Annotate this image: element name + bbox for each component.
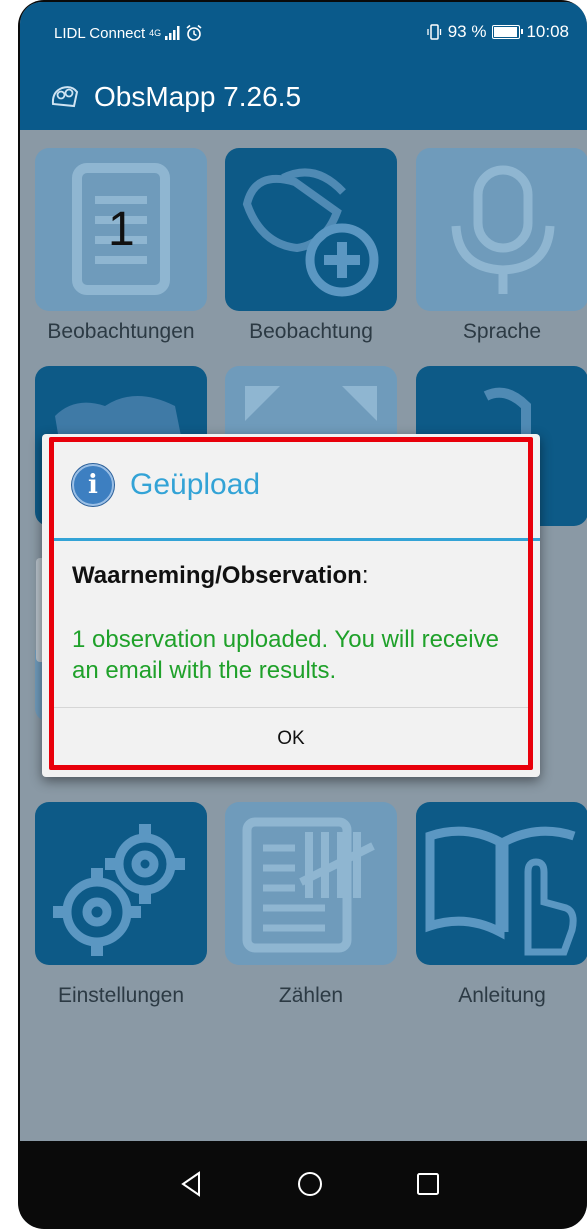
tile-label-zaehlen: Zählen xyxy=(278,984,344,1007)
dialog-title: Geüpload xyxy=(130,468,261,501)
home-icon[interactable] xyxy=(295,1169,325,1199)
tile-beobachtung[interactable] xyxy=(225,148,397,311)
tile-label-einstellungen: Einstellungen xyxy=(57,984,185,1007)
upload-dialog: i Geüpload Waarneming/Observation: 1 obs… xyxy=(42,434,540,777)
battery-icon xyxy=(492,25,524,39)
battery-percent: 93 % xyxy=(447,22,487,41)
tile-einstellungen[interactable] xyxy=(35,802,207,965)
binoculars-add-icon xyxy=(242,168,379,297)
observation-count: 1 xyxy=(108,203,135,256)
manual-icon xyxy=(425,826,577,956)
back-icon[interactable] xyxy=(177,1169,207,1199)
network-type: 4G xyxy=(149,28,162,38)
tally-icon xyxy=(242,817,375,953)
subject-label: Waarneming/Observation xyxy=(72,562,362,589)
status-right: 93 % 10:08 xyxy=(426,22,569,42)
ok-button[interactable]: OK xyxy=(54,708,528,770)
info-icon: i xyxy=(72,464,114,506)
navigation-bar xyxy=(20,1141,587,1227)
recents-icon[interactable] xyxy=(413,1169,443,1199)
clock: 10:08 xyxy=(526,22,569,41)
subject-suffix: : xyxy=(361,562,369,589)
tile-zaehlen[interactable] xyxy=(225,802,397,965)
vibrate-icon xyxy=(427,24,441,40)
tile-beobachtungen[interactable]: 1 xyxy=(35,148,207,311)
microphone-icon xyxy=(451,165,555,294)
status-left: LIDL Connect 4G xyxy=(54,24,203,42)
tile-label-sprache: Sprache xyxy=(462,320,542,343)
dialog-subject: Waarneming/Observation: xyxy=(72,562,369,590)
gears-icon xyxy=(53,824,185,956)
app-logo-icon xyxy=(51,86,79,108)
tile-label-anleitung: Anleitung xyxy=(458,984,546,1007)
signal-icon xyxy=(165,26,180,40)
tile-label-beobachtung: Beobachtung xyxy=(249,320,373,343)
tile-anleitung[interactable] xyxy=(416,802,587,965)
tile-sprache[interactable] xyxy=(416,148,587,311)
alarm-icon xyxy=(186,24,202,41)
dialog-header: i Geüpload xyxy=(72,464,260,506)
app-bar: ObsMapp 7.26.5 xyxy=(20,64,587,130)
status-bar: LIDL Connect 4G 93 % 10:08 xyxy=(20,2,587,64)
tile-label-beobachtungen: Beobachtungen xyxy=(47,320,195,343)
title-divider xyxy=(54,538,540,541)
app-title: ObsMapp 7.26.5 xyxy=(94,81,302,112)
dialog-message: 1 observation uploaded. You will receive… xyxy=(72,626,499,684)
carrier-label: LIDL Connect xyxy=(54,24,146,42)
